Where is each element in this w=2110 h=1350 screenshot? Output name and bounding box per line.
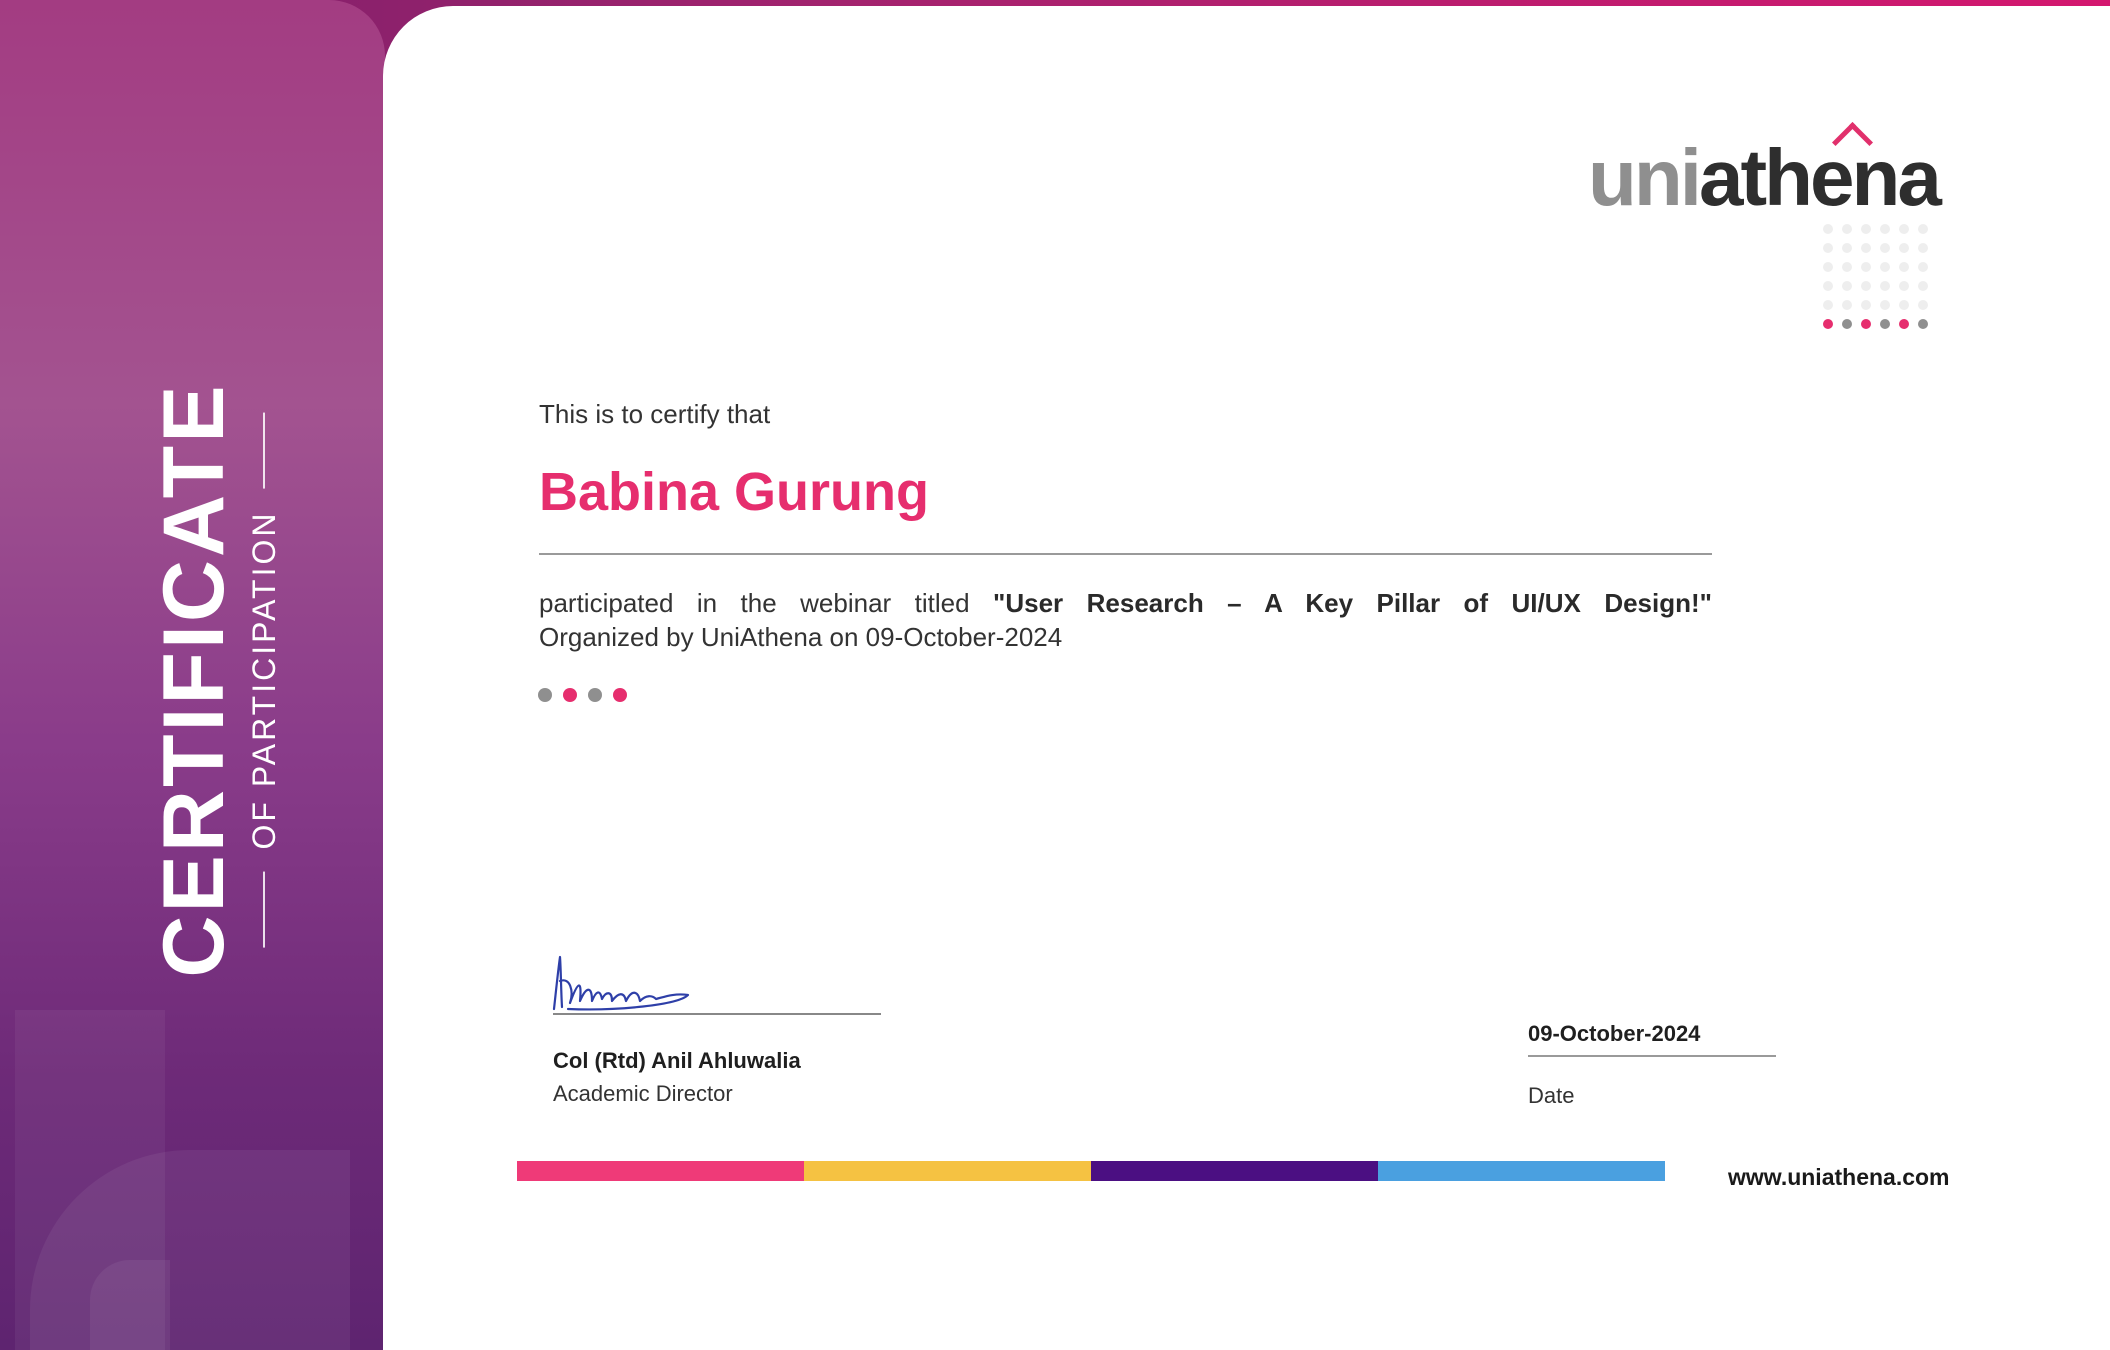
- grid-dot: [1880, 262, 1890, 272]
- grid-dot: [1842, 243, 1852, 253]
- signatory-name: Col (Rtd) Anil Ahluwalia: [553, 1048, 801, 1073]
- grid-dot: [1899, 243, 1909, 253]
- footer-color-bar: [517, 1161, 1665, 1181]
- grid-dot: [1823, 262, 1833, 272]
- subtitle-rule: [263, 871, 265, 948]
- dot-grid-row: [1823, 262, 1928, 272]
- issue-date: 09-October-2024: [1528, 1021, 1701, 1046]
- uniathena-logo: uniathena: [1588, 121, 1948, 218]
- certificate-heading: CERTIFICATE: [146, 382, 242, 978]
- color-bar-segment: [1091, 1161, 1378, 1181]
- grid-dot: [1861, 262, 1871, 272]
- decorative-dot-grid: [1823, 224, 1928, 338]
- dot-grid-row: [1823, 224, 1928, 234]
- certificate-sidebar: CERTIFICATE OF PARTICIPATION: [0, 0, 385, 1350]
- grid-dot: [1823, 224, 1833, 234]
- date-line: [1528, 1055, 1776, 1057]
- grid-dot: [1899, 319, 1909, 329]
- grid-dot: [1861, 300, 1871, 310]
- grid-dot: [1861, 243, 1871, 253]
- grid-dot: [1880, 224, 1890, 234]
- grid-dot: [1918, 281, 1928, 291]
- certificate-body-line1: participated in the webinar titled "User…: [539, 586, 1712, 620]
- grid-dot: [1823, 281, 1833, 291]
- decor-dot: [563, 688, 577, 702]
- grid-dot: [1823, 243, 1833, 253]
- grid-dot: [1880, 281, 1890, 291]
- grid-dot: [1842, 300, 1852, 310]
- grid-dot: [1899, 300, 1909, 310]
- subtitle-row: OF PARTICIPATION: [246, 382, 282, 977]
- grid-dot: [1861, 224, 1871, 234]
- grid-dot: [1823, 319, 1833, 329]
- sidebar-shade: [90, 1260, 170, 1350]
- grid-dot: [1918, 262, 1928, 272]
- grid-dot: [1918, 300, 1928, 310]
- grid-dot: [1918, 243, 1928, 253]
- certificate-card: uniathena This is to certify that Babina…: [383, 6, 2110, 1350]
- dot-grid-row: [1823, 281, 1928, 291]
- signature-line: [553, 1013, 881, 1015]
- grid-dot: [1880, 319, 1890, 329]
- certificate-subheading: OF PARTICIPATION: [246, 510, 282, 850]
- grid-dot: [1899, 224, 1909, 234]
- grid-dot: [1880, 300, 1890, 310]
- grid-dot: [1861, 281, 1871, 291]
- certificate-body-line2: Organized by UniAthena on 09-October-202…: [539, 622, 1063, 652]
- certify-intro: This is to certify that: [539, 399, 771, 429]
- decor-dot: [538, 688, 552, 702]
- color-bar-segment: [1378, 1161, 1665, 1181]
- dot-grid-row: [1823, 243, 1928, 253]
- grid-dot: [1918, 319, 1928, 329]
- grid-dot: [1899, 281, 1909, 291]
- signature-image: [548, 951, 698, 1021]
- dot-grid-row: [1823, 319, 1928, 329]
- grid-dot: [1918, 224, 1928, 234]
- logo-uni: uni: [1588, 133, 1702, 222]
- grid-dot: [1861, 319, 1871, 329]
- color-bar-segment: [517, 1161, 804, 1181]
- decorative-dots: [538, 688, 627, 702]
- website-url: www.uniathena.com: [1728, 1164, 1950, 1190]
- grid-dot: [1842, 319, 1852, 329]
- body-lead: participated in the webinar titled: [539, 588, 970, 618]
- grid-dot: [1842, 224, 1852, 234]
- decor-dot: [588, 688, 602, 702]
- dot-grid-row: [1823, 300, 1928, 310]
- webinar-title: "User Research – A Key Pillar of UI/UX D…: [993, 588, 1712, 618]
- decor-dot: [613, 688, 627, 702]
- color-bar-segment: [804, 1161, 1091, 1181]
- recipient-name: Babina Gurung: [539, 462, 929, 522]
- subtitle-rule: [263, 412, 265, 489]
- grid-dot: [1842, 281, 1852, 291]
- name-divider: [539, 553, 1712, 555]
- date-label: Date: [1528, 1083, 1575, 1108]
- grid-dot: [1842, 262, 1852, 272]
- grid-dot: [1880, 243, 1890, 253]
- grid-dot: [1823, 300, 1833, 310]
- logo-athena: athena: [1698, 133, 1942, 222]
- signatory-title: Academic Director: [553, 1081, 733, 1106]
- vertical-title: CERTIFICATE OF PARTICIPATION: [146, 382, 282, 978]
- grid-dot: [1899, 262, 1909, 272]
